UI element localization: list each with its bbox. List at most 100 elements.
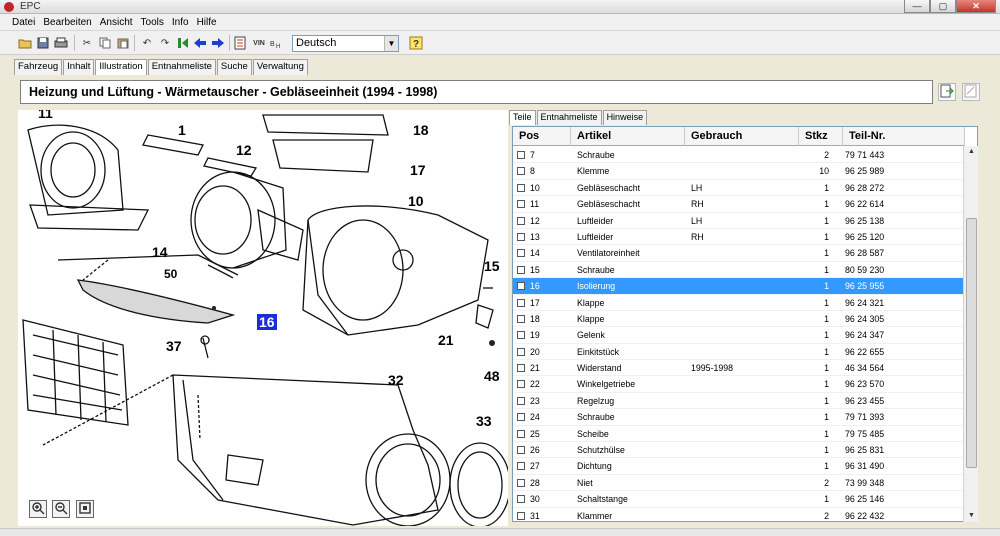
row-checkbox[interactable] bbox=[517, 429, 525, 438]
subtab-teile[interactable]: Teile bbox=[509, 110, 536, 125]
callout-10[interactable]: 10 bbox=[408, 193, 424, 209]
row-checkbox[interactable] bbox=[517, 151, 525, 159]
help-icon[interactable]: ? bbox=[407, 34, 425, 52]
table-row[interactable]: 15 Schraube 1 80 59 230 bbox=[513, 262, 963, 279]
row-checkbox[interactable] bbox=[517, 249, 525, 258]
callout-21[interactable]: 21 bbox=[438, 332, 454, 348]
first-page-icon[interactable] bbox=[174, 34, 192, 52]
scrollbar-thumb[interactable] bbox=[966, 218, 977, 468]
zoom-out-icon[interactable] bbox=[52, 500, 70, 518]
callout-50[interactable]: 50 bbox=[164, 267, 177, 281]
row-checkbox[interactable] bbox=[517, 511, 525, 520]
chevron-down-icon[interactable]: ▼ bbox=[384, 36, 398, 51]
subtab-entnahmeliste[interactable]: Entnahmeliste bbox=[536, 110, 602, 125]
paste-icon[interactable] bbox=[114, 34, 132, 52]
export-icon[interactable] bbox=[938, 83, 956, 101]
row-checkbox[interactable] bbox=[517, 216, 525, 225]
row-checkbox[interactable] bbox=[517, 347, 525, 356]
row-checkbox[interactable] bbox=[517, 413, 525, 422]
tab-inhalt[interactable]: Inhalt bbox=[63, 59, 95, 75]
row-checkbox[interactable] bbox=[517, 298, 525, 307]
col-teilnr-header[interactable]: Teil-Nr. bbox=[843, 127, 965, 146]
callout-12[interactable]: 12 bbox=[236, 142, 252, 158]
subtab-hinweise[interactable]: Hinweise bbox=[602, 110, 648, 125]
print-icon[interactable] bbox=[52, 34, 70, 52]
redo-icon[interactable]: ↷ bbox=[156, 34, 174, 52]
row-checkbox[interactable] bbox=[517, 232, 525, 241]
back-arrow-icon[interactable] bbox=[191, 34, 209, 52]
table-row[interactable]: 24 Schraube 1 79 71 393 bbox=[513, 409, 963, 426]
table-row[interactable]: 20 Einkitstück 1 96 22 655 bbox=[513, 344, 963, 361]
cut-icon[interactable]: ✂ bbox=[78, 34, 96, 52]
row-checkbox[interactable] bbox=[517, 167, 525, 176]
row-checkbox[interactable] bbox=[517, 478, 525, 487]
menu-datei[interactable]: Datei bbox=[8, 14, 39, 30]
table-row[interactable]: 21 Widerstand 1995-1998 1 46 34 564 bbox=[513, 360, 963, 377]
callout-15[interactable]: 15 bbox=[484, 258, 500, 274]
undo-icon[interactable]: ↶ bbox=[138, 34, 156, 52]
fit-icon[interactable] bbox=[76, 500, 94, 518]
menu-info[interactable]: Info bbox=[168, 14, 193, 30]
table-scrollbar[interactable]: ▲ ▼ bbox=[963, 146, 978, 522]
col-artikel-header[interactable]: Artikel bbox=[571, 127, 685, 146]
callout-16-selected[interactable]: 16 bbox=[257, 314, 277, 330]
col-stkz-header[interactable]: Stkz bbox=[799, 127, 843, 146]
parts-list-icon[interactable] bbox=[232, 34, 250, 52]
minimize-button[interactable]: — bbox=[904, 0, 930, 13]
callout-33[interactable]: 33 bbox=[476, 413, 492, 429]
copy-icon[interactable] bbox=[96, 34, 114, 52]
table-row[interactable]: 31 Klammer 2 96 22 432 bbox=[513, 508, 963, 521]
zoom-in-icon[interactable] bbox=[29, 500, 47, 518]
row-checkbox[interactable] bbox=[517, 282, 525, 291]
table-row[interactable]: 12 Luftleider LH 1 96 25 138 bbox=[513, 213, 963, 229]
tab-suche[interactable]: Suche bbox=[216, 59, 252, 75]
table-row[interactable]: 18 Klappe 1 96 24 305 bbox=[513, 311, 963, 328]
callout-37[interactable]: 37 bbox=[166, 338, 182, 354]
row-checkbox[interactable] bbox=[517, 462, 525, 471]
table-row[interactable]: 28 Niet 2 73 99 348 bbox=[513, 475, 963, 492]
row-checkbox[interactable] bbox=[517, 265, 525, 274]
callout-17[interactable]: 17 bbox=[410, 162, 426, 178]
row-checkbox[interactable] bbox=[517, 200, 525, 209]
table-row[interactable]: 26 Schutzhülse 1 96 25 831 bbox=[513, 442, 963, 459]
exploded-view-illustration[interactable]: 11 1 12 18 17 14 10 50 15 16 37 21 48 32… bbox=[18, 110, 508, 526]
table-row[interactable]: 17 Klappe 1 96 24 321 bbox=[513, 295, 963, 311]
row-checkbox[interactable] bbox=[517, 396, 525, 405]
compare-icon[interactable]: BH bbox=[268, 34, 286, 52]
col-pos-header[interactable]: Pos bbox=[513, 127, 571, 146]
row-checkbox[interactable] bbox=[517, 446, 525, 455]
table-row[interactable]: 13 Luftleider RH 1 96 25 120 bbox=[513, 229, 963, 246]
row-checkbox[interactable] bbox=[517, 495, 525, 504]
close-button[interactable]: ✕ bbox=[956, 0, 996, 13]
row-checkbox[interactable] bbox=[517, 314, 525, 323]
tab-fahrzeug[interactable]: Fahrzeug bbox=[14, 59, 63, 75]
table-row[interactable]: 19 Gelenk 1 96 24 347 bbox=[513, 327, 963, 344]
table-row[interactable]: 25 Scheibe 1 79 75 485 bbox=[513, 426, 963, 443]
tab-illustration[interactable]: Illustration bbox=[95, 59, 147, 75]
table-row[interactable]: 23 Regelzug 1 96 23 455 bbox=[513, 393, 963, 410]
callout-18[interactable]: 18 bbox=[413, 122, 429, 138]
table-row[interactable]: 30 Schaltstange 1 96 25 146 bbox=[513, 491, 963, 508]
table-row[interactable]: 14 Ventilatoreinheit 1 96 28 587 bbox=[513, 245, 963, 262]
open-folder-icon[interactable] bbox=[16, 34, 34, 52]
row-checkbox[interactable] bbox=[517, 364, 525, 373]
menu-bearbeiten[interactable]: Bearbeiten bbox=[39, 14, 95, 30]
callout-11[interactable]: 11 bbox=[38, 110, 53, 121]
table-row[interactable]: 27 Dichtung 1 96 31 490 bbox=[513, 458, 963, 475]
table-row[interactable]: 16 Isolierung 1 96 25 955 bbox=[513, 278, 963, 295]
menu-hilfe[interactable]: Hilfe bbox=[193, 14, 221, 30]
save-icon[interactable] bbox=[34, 34, 52, 52]
table-row[interactable]: 8 Klemme 10 96 25 989 bbox=[513, 163, 963, 180]
row-checkbox[interactable] bbox=[517, 380, 525, 389]
table-row[interactable]: 7 Schraube 2 79 71 443 bbox=[513, 147, 963, 164]
maximize-button[interactable]: ▢ bbox=[930, 0, 956, 13]
table-row[interactable]: 22 Winkelgetriebe 1 96 23 570 bbox=[513, 376, 963, 393]
language-select[interactable]: Deutsch ▼ bbox=[292, 35, 399, 52]
callout-14[interactable]: 14 bbox=[152, 244, 168, 260]
tab-verwaltung[interactable]: Verwaltung bbox=[252, 59, 308, 75]
row-checkbox[interactable] bbox=[517, 331, 525, 340]
callout-1[interactable]: 1 bbox=[178, 122, 186, 138]
col-gebrauch-header[interactable]: Gebrauch bbox=[685, 127, 799, 146]
forward-arrow-icon[interactable] bbox=[209, 34, 227, 52]
menu-tools[interactable]: Tools bbox=[137, 14, 168, 30]
